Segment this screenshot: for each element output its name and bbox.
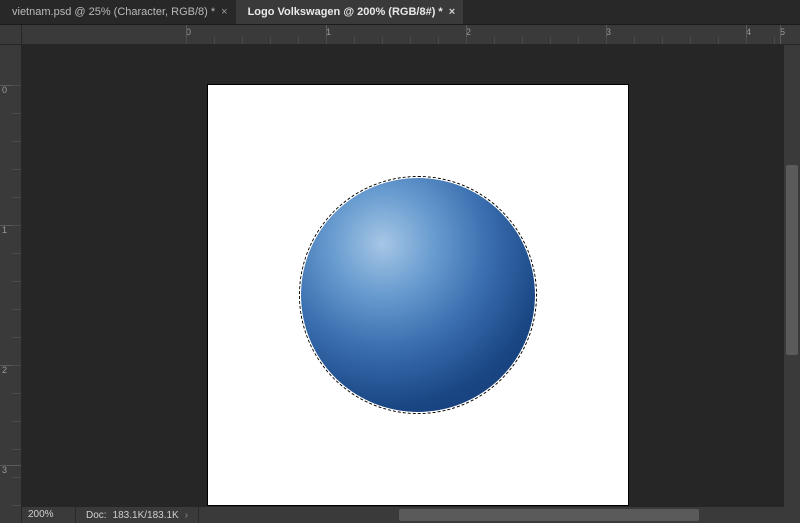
vertical-ruler[interactable]: 0 1 2 3 <box>0 25 22 523</box>
status-bar: 200% Doc: 183.1K/183.1K › <box>22 507 800 523</box>
canvas-column: 012345 200% Doc: 183.1K/183.1K <box>22 25 800 523</box>
ruler-label: 1 <box>2 225 7 235</box>
zoom-level-input[interactable]: 200% <box>22 507 76 523</box>
selection-bounds <box>301 178 535 412</box>
ruler-label: 2 <box>2 365 7 375</box>
document-tabs: vietnam.psd @ 25% (Character, RGB/8) * ×… <box>0 0 800 25</box>
chevron-right-icon[interactable]: › <box>185 510 188 521</box>
close-icon[interactable]: × <box>449 6 455 18</box>
horizontal-scrollbar[interactable] <box>199 507 800 523</box>
tab-vietnam[interactable]: vietnam.psd @ 25% (Character, RGB/8) * × <box>0 0 236 24</box>
close-icon[interactable]: × <box>221 6 227 18</box>
doc-size-value: 183.1K/183.1K <box>113 510 179 521</box>
gradient-circle-artwork <box>301 178 535 412</box>
ruler-label: 0 <box>2 85 7 95</box>
canvas-viewport[interactable]: 200% Doc: 183.1K/183.1K › <box>22 45 800 523</box>
document-canvas[interactable] <box>208 85 628 505</box>
tab-logo-volkswagen[interactable]: Logo Volkswagen @ 200% (RGB/8#) * × <box>236 0 464 24</box>
ruler-label: 3 <box>2 465 7 475</box>
tab-label: vietnam.psd @ 25% (Character, RGB/8) * <box>12 6 215 18</box>
doc-size-label: Doc: <box>86 510 107 521</box>
photoshop-window: vietnam.psd @ 25% (Character, RGB/8) * ×… <box>0 0 800 523</box>
vertical-scrollbar[interactable] <box>784 45 800 507</box>
horizontal-ruler[interactable]: 012345 <box>22 25 800 45</box>
document-size-readout[interactable]: Doc: 183.1K/183.1K › <box>76 507 199 523</box>
ruler-origin-box[interactable] <box>0 25 21 45</box>
zoom-level-text: 200% <box>28 507 54 523</box>
tab-label: Logo Volkswagen @ 200% (RGB/8#) * <box>248 6 443 18</box>
workspace: 0 1 2 3 012345 200% <box>0 25 800 523</box>
